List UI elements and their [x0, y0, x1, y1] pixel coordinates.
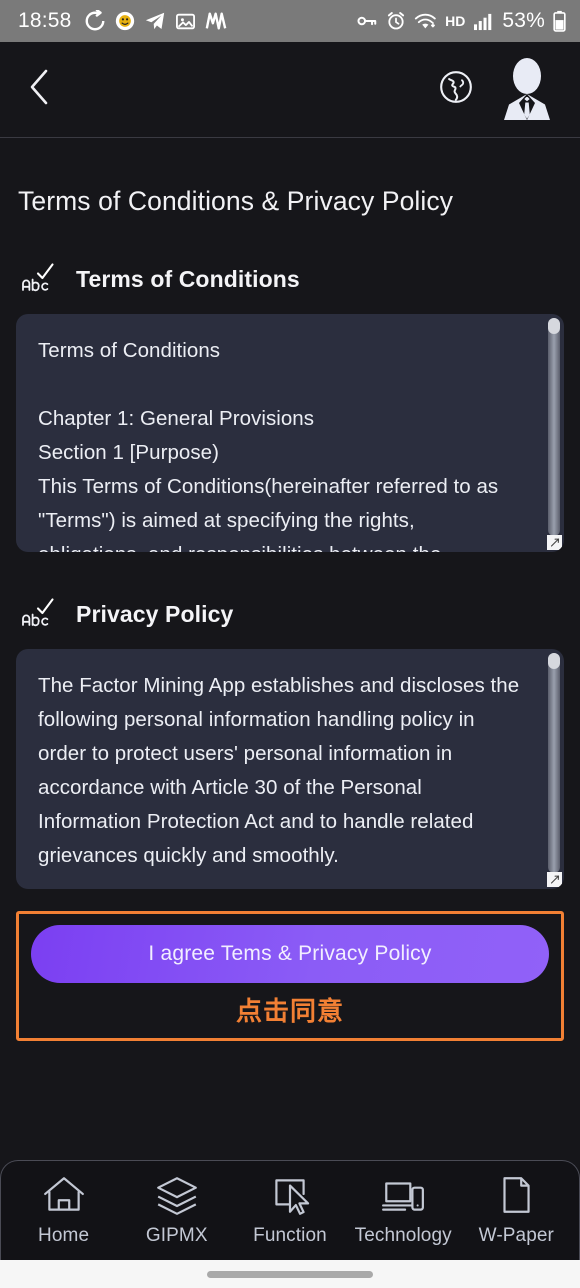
back-button[interactable]	[18, 69, 60, 111]
battery-percent: 53%	[502, 9, 545, 32]
gesture-pill[interactable]	[207, 1270, 373, 1278]
emoji-app-icon	[115, 11, 135, 31]
status-bar-left: 18:58	[18, 9, 227, 33]
terms-section-header: Terms of Conditions	[20, 261, 564, 298]
wifi-icon	[414, 11, 437, 31]
nav-label-gipmx: GIPMX	[145, 1225, 208, 1246]
page-title: Terms of Conditions & Privacy Policy	[18, 186, 454, 216]
alarm-icon	[386, 11, 406, 31]
spellcheck-abc-icon	[20, 261, 54, 298]
status-bar: 18:58 HD 53%	[0, 0, 580, 42]
privacy-text: The Factor Mining App establishes and di…	[38, 674, 525, 867]
nav-item-wpaper[interactable]: W-Paper	[461, 1174, 571, 1247]
photos-icon	[175, 11, 196, 32]
status-time: 18:58	[18, 9, 72, 32]
privacy-section-label: Privacy Policy	[76, 601, 234, 627]
app-bar	[0, 42, 580, 138]
agree-button[interactable]: I agree Tems & Privacy Policy	[31, 925, 549, 983]
nav-label-home: Home	[38, 1225, 90, 1246]
nav-item-home[interactable]: Home	[9, 1174, 119, 1247]
nav-label-function: Function	[253, 1225, 327, 1246]
nav-item-gipmx[interactable]: GIPMX	[122, 1174, 232, 1247]
privacy-resize-handle[interactable]	[547, 872, 562, 887]
app-icon	[205, 10, 227, 32]
terms-section-label: Terms of Conditions	[76, 266, 300, 292]
terms-scrollbar[interactable]	[548, 318, 560, 536]
hd-icon: HD	[445, 13, 466, 29]
spellcheck-abc-icon	[20, 596, 54, 633]
globe-icon[interactable]	[438, 69, 474, 110]
terms-textarea[interactable]: Terms of Conditions Chapter 1: General P…	[16, 314, 564, 552]
home-icon	[41, 1174, 87, 1221]
privacy-textarea[interactable]: The Factor Mining App establishes and di…	[16, 649, 564, 889]
terms-resize-handle[interactable]	[547, 535, 562, 550]
nav-label-technology: Technology	[354, 1225, 452, 1246]
app-screen: 18:58 HD 53% Terms of Conditions & Priva…	[0, 0, 580, 1288]
nav-label-wpaper: W-Paper	[478, 1225, 554, 1246]
privacy-scrollbar[interactable]	[548, 653, 560, 873]
privacy-section-header: Privacy Policy	[20, 596, 564, 633]
battery-icon	[553, 10, 566, 32]
terms-text: Terms of Conditions Chapter 1: General P…	[38, 339, 499, 552]
status-bar-right: HD 53%	[356, 9, 566, 33]
nav-item-function[interactable]: Function	[235, 1174, 345, 1247]
nav-item-technology[interactable]: Technology	[348, 1174, 458, 1247]
layers-icon	[154, 1174, 200, 1221]
telegram-icon	[144, 10, 166, 32]
cursor-select-icon	[267, 1174, 313, 1221]
page-content: Terms of Conditions & Privacy Policy Ter…	[0, 138, 580, 1288]
vpn-key-icon	[356, 10, 378, 32]
privacy-scroll-thumb[interactable]	[548, 653, 560, 669]
terms-scroll-thumb[interactable]	[548, 318, 560, 334]
agree-highlight-box: I agree Tems & Privacy Policy 点击同意	[16, 911, 564, 1041]
user-avatar-icon[interactable]	[496, 54, 558, 125]
signal-icon	[473, 12, 494, 31]
gesture-bar	[0, 1260, 580, 1288]
bottom-navigation: Home GIPMX Function Technology W-Paper	[0, 1160, 580, 1260]
app-bar-actions	[438, 54, 558, 125]
agree-annotation: 点击同意	[235, 996, 344, 1026]
document-icon	[493, 1174, 539, 1221]
devices-icon	[380, 1174, 426, 1221]
go-forward-icon	[84, 10, 106, 32]
chevron-left-icon	[26, 67, 52, 112]
